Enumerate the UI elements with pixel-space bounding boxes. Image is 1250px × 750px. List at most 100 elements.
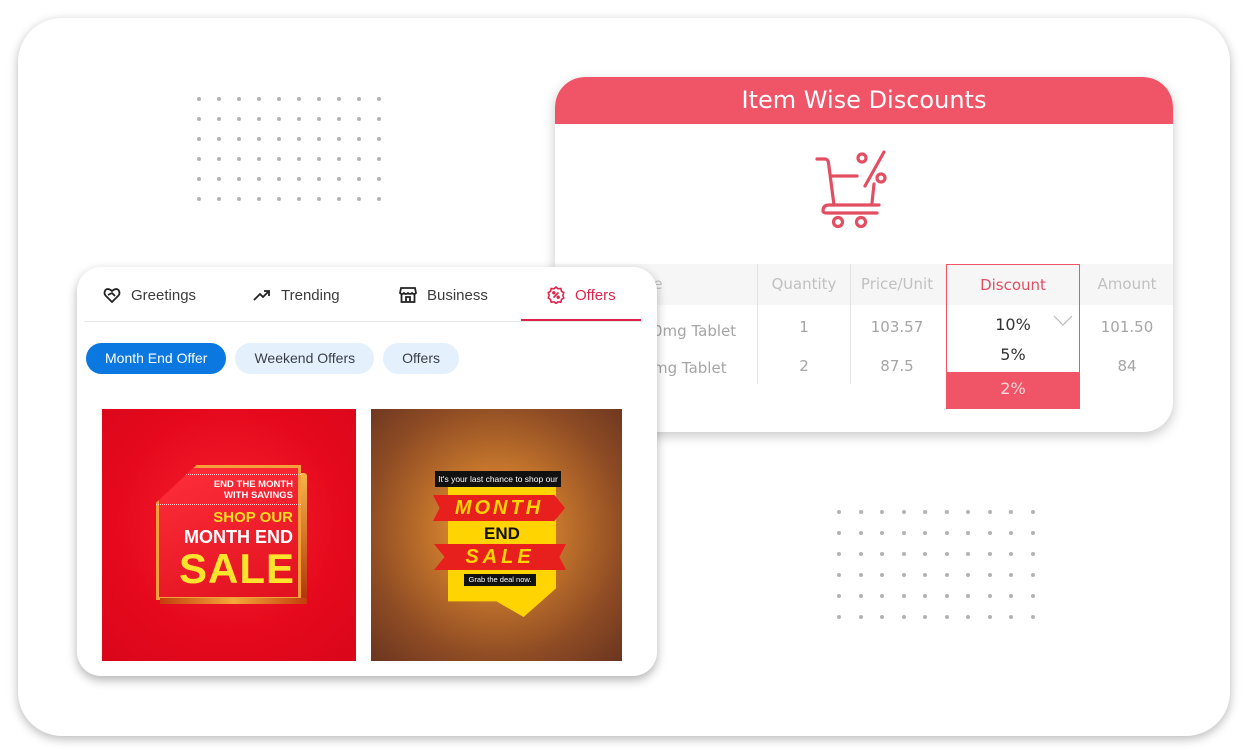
column-header-quantity: Quantity [771,275,837,293]
dot [1009,552,1013,556]
table-row-quantity: 1 [799,318,809,336]
dot [257,157,261,161]
dot [377,197,381,201]
dot [377,117,381,121]
tab-greetings[interactable]: Greetings [103,282,196,308]
chip-weekend-offers[interactable]: Weekend Offers [235,343,375,374]
dot [277,97,281,101]
discount-option[interactable]: 5% [947,345,1079,364]
dot [944,510,949,514]
dot [901,510,906,514]
dot [357,137,361,141]
dot [901,594,906,598]
sale-badge: END THE MONTH WITH SAVINGS SHOP OUR MONT… [156,465,301,600]
dot [277,177,281,181]
dot [1009,510,1013,514]
dot [217,137,221,141]
dot [237,117,241,121]
dot [837,594,841,598]
dot [966,594,970,598]
dot [197,117,201,121]
table-row-price: 87.5 [880,357,914,375]
tab-offers[interactable]: Offers [547,282,616,308]
dot [944,552,949,556]
dot [297,97,301,101]
dot [966,510,970,514]
poster-text: SHOP OUR [213,509,293,526]
decorative-dot-grid [197,97,397,217]
dot [297,117,301,121]
discount-dropdown[interactable]: Discount 10% 5% 2% [946,264,1080,409]
chip-offers[interactable]: Offers [383,343,459,374]
dot [217,97,221,101]
dot [987,615,992,619]
dot [337,157,341,161]
dot [217,177,221,181]
tab-trending[interactable]: Trending [253,282,340,308]
dot [357,157,361,161]
dot [237,137,241,141]
dotted-line [156,504,301,505]
dot [858,594,863,598]
dot [837,573,841,577]
dot [317,97,321,101]
poster-text: SALE [178,545,295,592]
dot [257,197,261,201]
dot [377,177,381,181]
tabs-divider [84,321,642,322]
storefront-icon [399,287,417,303]
dot [357,177,361,181]
dot [1009,594,1013,598]
dot [987,510,992,514]
dot [377,137,381,141]
chip-month-end-offer[interactable]: Month End Offer [86,343,227,374]
dot [197,177,201,181]
dot [923,510,927,514]
table-row-name: mg Tablet [653,359,727,377]
template-poster-month-end-sale-red[interactable]: END THE MONTH WITH SAVINGS SHOP OUR MONT… [102,409,356,661]
dot [987,531,992,535]
chevron-down-icon[interactable] [1053,315,1073,327]
tab-business[interactable]: Business [399,282,488,308]
dot [837,615,841,619]
dot [987,552,992,556]
dot [257,137,261,141]
badge-bottom [160,598,307,604]
dot [337,197,341,201]
dot [297,197,301,201]
dot [837,531,841,535]
dot [966,552,970,556]
dot [377,157,381,161]
template-poster-month-end-sale-orange[interactable]: It's your last chance to shop our MONTH … [371,409,622,661]
dotted-line [156,474,301,475]
tab-label: Greetings [131,286,197,304]
discount-option-selected[interactable]: 2% [947,372,1079,408]
dot [297,137,301,141]
decorative-dot-grid [837,510,1052,636]
dot [277,157,281,161]
dot [901,615,906,619]
tab-label: Trending [281,286,340,304]
category-tabs: Greetings Trending Business Offers [77,267,657,323]
table-row-amount: 84 [1117,357,1137,375]
dot [880,594,884,598]
dot [197,97,201,101]
dot [357,197,361,201]
dot [1030,510,1035,514]
dot [923,615,927,619]
dot [837,552,841,556]
table-row-price: 103.57 [870,318,924,336]
dot [944,573,949,577]
dot [277,197,281,201]
dot [1030,531,1035,535]
dot [337,97,341,101]
dot [858,615,863,619]
dot [217,117,221,121]
card-title: Item Wise Discounts [555,77,1173,124]
dot [1030,615,1035,619]
poster-text: END [484,524,520,543]
dot [880,531,884,535]
dot [1030,594,1035,598]
dot [1009,615,1013,619]
dot [858,531,863,535]
